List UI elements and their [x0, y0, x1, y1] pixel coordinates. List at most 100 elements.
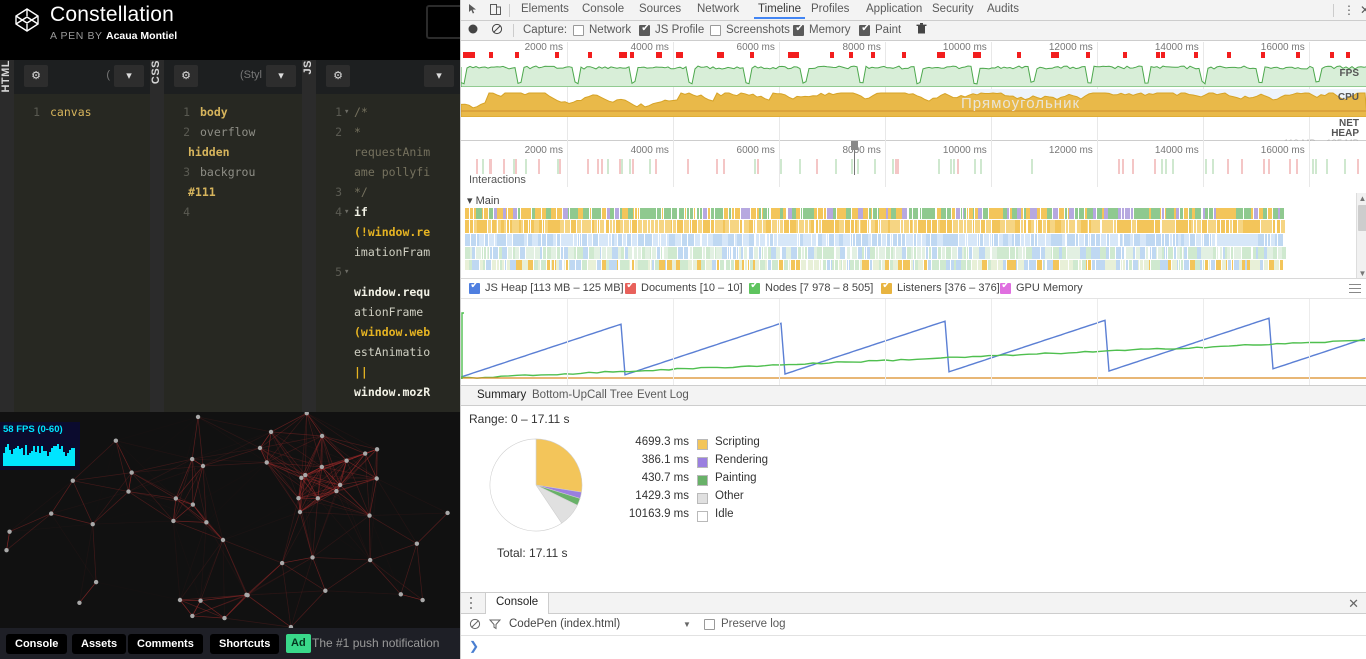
flame-block[interactable]	[523, 220, 529, 233]
flame-block[interactable]	[1175, 220, 1181, 233]
flame-block[interactable]	[937, 234, 943, 246]
flame-block[interactable]	[1056, 234, 1062, 246]
flame-block[interactable]	[1078, 234, 1085, 246]
flame-block[interactable]	[1256, 220, 1261, 233]
flame-block[interactable]	[588, 260, 594, 270]
flame-block[interactable]	[1095, 234, 1101, 246]
flame-block[interactable]	[717, 220, 723, 233]
flame-block[interactable]	[1263, 208, 1268, 219]
flame-block[interactable]	[813, 260, 819, 270]
flame-block[interactable]	[663, 247, 668, 259]
flame-block[interactable]	[596, 260, 601, 270]
flame-block[interactable]	[886, 247, 891, 259]
flame-block[interactable]	[940, 220, 947, 233]
preserve-log-checkbox[interactable]	[704, 619, 715, 630]
tab-timeline[interactable]: Timeline	[753, 3, 806, 19]
flame-block[interactable]	[1031, 260, 1036, 270]
flame-block[interactable]	[1113, 208, 1118, 219]
flame-block[interactable]	[936, 208, 941, 219]
flame-block[interactable]	[598, 234, 604, 246]
flame-block[interactable]	[581, 220, 588, 233]
flame-block[interactable]	[743, 247, 748, 259]
flame-block[interactable]	[583, 208, 590, 219]
flame-block[interactable]	[896, 208, 902, 219]
flame-block[interactable]	[1216, 247, 1219, 259]
timeline-ruler[interactable]: Interactions 2000 ms 4000 ms 6000 ms 8000 m…	[461, 141, 1366, 193]
flame-block[interactable]	[811, 234, 817, 246]
flame-block[interactable]	[943, 234, 949, 246]
flame-block[interactable]	[1243, 208, 1249, 219]
flame-block[interactable]	[768, 208, 770, 219]
flame-block[interactable]	[728, 234, 734, 246]
flame-block[interactable]	[842, 260, 846, 270]
flame-block[interactable]	[611, 260, 617, 270]
flame-block[interactable]	[1233, 247, 1238, 259]
flame-block[interactable]	[854, 260, 860, 270]
flame-block[interactable]	[1005, 220, 1011, 233]
flame-block[interactable]	[892, 234, 898, 246]
flame-block[interactable]	[917, 247, 922, 259]
flame-block[interactable]	[479, 234, 485, 246]
flame-block[interactable]	[1191, 220, 1193, 233]
flame-block[interactable]	[1017, 260, 1024, 270]
scrollbar-thumb[interactable]	[1358, 205, 1366, 231]
flame-block[interactable]	[622, 208, 628, 219]
flame-block[interactable]	[691, 220, 698, 233]
flame-block[interactable]	[1106, 234, 1109, 246]
flame-block[interactable]	[1012, 208, 1017, 219]
flame-block[interactable]	[743, 208, 749, 219]
flame-block[interactable]	[872, 208, 878, 219]
flame-block[interactable]	[807, 247, 814, 259]
flame-block[interactable]	[628, 247, 633, 259]
flame-block[interactable]	[592, 234, 599, 246]
flame-block[interactable]	[872, 260, 877, 270]
flame-block[interactable]	[953, 234, 959, 246]
flame-block[interactable]	[637, 234, 644, 246]
flame-block[interactable]	[852, 247, 858, 259]
flame-block[interactable]	[1183, 208, 1189, 219]
flame-block[interactable]	[1068, 260, 1073, 270]
more-options-icon[interactable]: ⋮	[1341, 3, 1357, 18]
flame-block[interactable]	[981, 260, 988, 270]
flame-block[interactable]	[1167, 247, 1174, 259]
interaction-marker[interactable]	[1241, 159, 1243, 174]
flame-block[interactable]	[1014, 234, 1019, 246]
flame-block[interactable]	[1189, 260, 1195, 270]
flame-block[interactable]	[1270, 234, 1275, 246]
interaction-marker[interactable]	[974, 159, 976, 174]
interaction-marker[interactable]	[525, 159, 527, 174]
flame-block[interactable]	[988, 208, 995, 219]
flame-block[interactable]	[1269, 260, 1274, 270]
flame-block[interactable]	[766, 220, 772, 233]
interaction-marker[interactable]	[953, 159, 955, 174]
flame-block[interactable]	[776, 247, 780, 259]
flame-block[interactable]	[1169, 234, 1172, 246]
flame-block[interactable]	[1062, 234, 1065, 246]
flame-block[interactable]	[619, 260, 625, 270]
interaction-marker[interactable]	[1227, 159, 1229, 174]
counter-documents-checkbox[interactable]	[625, 280, 636, 294]
tab-security[interactable]: Security	[932, 3, 974, 15]
chevron-down-icon[interactable]: ▾	[114, 65, 144, 87]
flame-block[interactable]	[595, 208, 602, 219]
flame-block[interactable]	[1195, 208, 1202, 219]
flame-block[interactable]	[465, 208, 470, 219]
flame-block[interactable]	[795, 260, 801, 270]
flame-block[interactable]	[1196, 220, 1202, 233]
flame-block[interactable]	[985, 220, 992, 233]
flame-block[interactable]	[564, 220, 571, 233]
flame-block[interactable]	[982, 208, 989, 219]
interaction-marker[interactable]	[1122, 159, 1124, 174]
flame-block[interactable]	[547, 234, 553, 246]
flame-block[interactable]	[753, 220, 756, 233]
flame-block[interactable]	[476, 208, 482, 219]
flame-block[interactable]	[926, 234, 931, 246]
main-scrollbar[interactable]: ▲ ▼	[1356, 193, 1366, 278]
flame-block[interactable]	[771, 220, 777, 233]
interaction-marker[interactable]	[1172, 159, 1174, 174]
flame-block[interactable]	[1235, 234, 1242, 246]
flame-block[interactable]	[660, 247, 663, 259]
flame-block[interactable]	[1031, 220, 1035, 233]
flame-block[interactable]	[671, 208, 678, 219]
flame-block[interactable]	[1105, 260, 1110, 270]
